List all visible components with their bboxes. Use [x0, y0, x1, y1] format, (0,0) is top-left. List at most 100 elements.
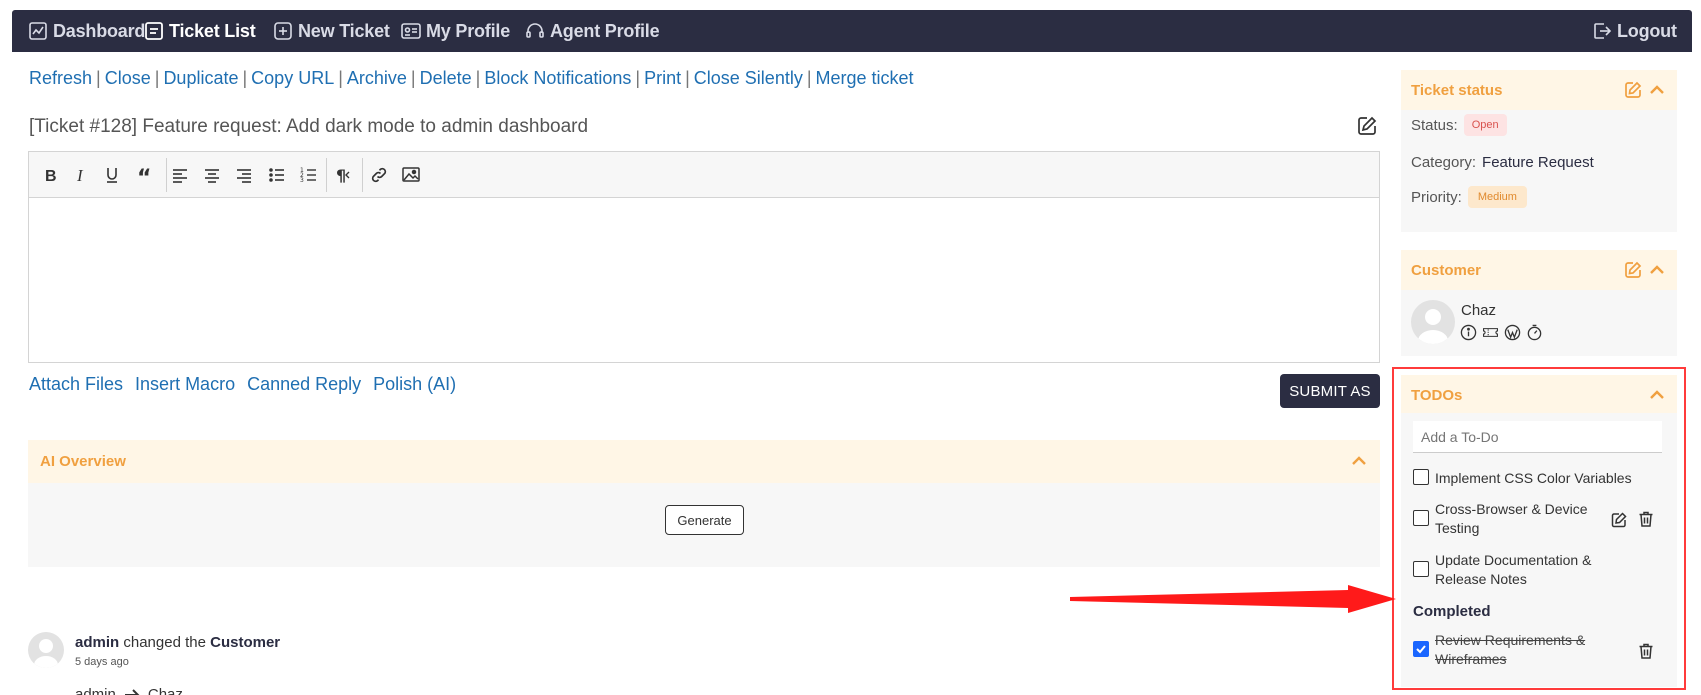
insert-macro-link[interactable]: Insert Macro — [135, 374, 235, 395]
link-icon[interactable] — [368, 164, 390, 186]
trash-icon[interactable] — [1637, 510, 1655, 528]
reply-tools: Attach Files Insert Macro Canned Reply P… — [29, 374, 456, 395]
nav-dashboard-label: Dashboard — [53, 20, 146, 41]
quote-icon[interactable]: “ — [134, 164, 156, 186]
italic-icon[interactable]: I — [70, 164, 92, 186]
delete-link[interactable]: Delete — [420, 68, 472, 89]
category-label: Category: — [1411, 154, 1477, 171]
info-icon[interactable] — [1460, 324, 1477, 341]
todo-checkbox[interactable] — [1413, 510, 1429, 526]
ai-overview-header[interactable]: AI Overview — [28, 440, 1380, 483]
bold-icon[interactable]: B — [39, 164, 61, 186]
todo-item: Cross-Browser & Device Testing — [1413, 500, 1607, 538]
align-right-icon[interactable] — [233, 164, 255, 186]
refresh-link[interactable]: Refresh — [29, 68, 92, 89]
nav-my-profile[interactable]: My Profile — [401, 10, 510, 52]
align-center-icon[interactable] — [201, 164, 223, 186]
edit-title-icon[interactable] — [1356, 115, 1378, 137]
editor-content-area[interactable] — [29, 198, 1379, 362]
todos-panel: TODOs Implement CSS Color Variables Cros… — [1401, 375, 1677, 687]
avatar — [1411, 300, 1455, 344]
nav-dashboard[interactable]: Dashboard — [28, 10, 145, 52]
numbered-list-icon[interactable]: 123 — [298, 164, 320, 186]
todo-text: Update Documentation & Release Notes — [1435, 552, 1592, 587]
customer-name[interactable]: Chaz — [1461, 302, 1496, 319]
nav-ticket-list[interactable]: Ticket List — [144, 10, 256, 52]
align-left-icon[interactable] — [169, 164, 191, 186]
nav-new-ticket[interactable]: New Ticket — [273, 10, 390, 52]
wordpress-icon[interactable] — [1504, 324, 1521, 341]
nav-agent-profile[interactable]: Agent Profile — [525, 10, 660, 52]
check-icon — [1416, 645, 1426, 654]
ticket-status-panel: Ticket status Status: Open Category: Fea… — [1401, 70, 1677, 232]
merge-ticket-link[interactable]: Merge ticket — [816, 68, 914, 89]
priority-badge[interactable]: Medium — [1467, 186, 1527, 208]
activity-from: admin — [75, 686, 116, 695]
generate-button[interactable]: Generate — [665, 505, 744, 535]
edit-icon[interactable] — [1623, 260, 1643, 280]
activity-time: 5 days ago — [75, 656, 129, 668]
close-silently-link[interactable]: Close Silently — [694, 68, 803, 89]
polish-ai-link[interactable]: Polish (AI) — [373, 374, 456, 395]
svg-text:“: “ — [137, 166, 151, 185]
chevron-up-icon[interactable] — [1647, 260, 1667, 280]
stopwatch-icon[interactable] — [1526, 324, 1543, 341]
archive-link[interactable]: Archive — [347, 68, 407, 89]
top-navbar: Dashboard Ticket List New Ticket My Prof… — [12, 10, 1692, 52]
ticket-status-body: Status: Open Category: Feature Request P… — [1401, 110, 1677, 232]
chart-icon — [29, 22, 47, 40]
logout-label: Logout — [1617, 20, 1677, 41]
completed-heading: Completed — [1413, 603, 1491, 620]
bullet-list-icon[interactable] — [266, 164, 288, 186]
todos-title: TODOs — [1411, 387, 1463, 404]
copy-url-link[interactable]: Copy URL — [251, 68, 334, 89]
todo-text: Implement CSS Color Variables — [1435, 470, 1632, 486]
status-badge[interactable]: Open — [1463, 114, 1507, 136]
ai-overview-panel: AI Overview Generate — [28, 440, 1380, 567]
add-todo-input[interactable] — [1413, 421, 1662, 453]
todo-item-completed: Review Requirements & Wireframes — [1413, 631, 1607, 669]
todo-checkbox[interactable] — [1413, 561, 1429, 577]
image-icon[interactable] — [400, 164, 422, 186]
customer-header: Customer — [1401, 250, 1677, 290]
chevron-up-icon[interactable] — [1348, 450, 1370, 472]
activity-field: Customer — [210, 634, 281, 651]
category-row: Category: Feature Request — [1411, 154, 1594, 171]
todo-text: Review Requirements & Wireframes — [1435, 632, 1586, 667]
list-icon — [145, 22, 163, 40]
nav-my-profile-label: My Profile — [426, 20, 511, 41]
ticket-status-title: Ticket status — [1411, 82, 1503, 99]
submit-as-button[interactable]: SUBMIT AS — [1280, 374, 1380, 408]
todo-item: Implement CSS Color Variables — [1413, 469, 1665, 488]
underline-icon[interactable] — [101, 164, 123, 186]
todo-text: Cross-Browser & Device Testing — [1435, 501, 1588, 536]
todo-checkbox[interactable] — [1413, 641, 1429, 657]
priority-label: Priority: — [1411, 188, 1462, 206]
activity-action: changed the — [123, 634, 206, 651]
chevron-up-icon[interactable] — [1647, 80, 1667, 100]
print-link[interactable]: Print — [644, 68, 681, 89]
duplicate-link[interactable]: Duplicate — [163, 68, 238, 89]
ticket-icon[interactable] — [1482, 324, 1499, 341]
activity-change: admin Chaz — [75, 686, 183, 695]
customer-body: Chaz — [1401, 290, 1677, 356]
edit-icon[interactable] — [1623, 80, 1643, 100]
reply-editor: B I “ 123 ¶ — [28, 151, 1380, 363]
ticket-status-header: Ticket status — [1401, 70, 1677, 110]
pilcrow-icon[interactable]: ¶ — [333, 164, 355, 186]
block-notifications-link[interactable]: Block Notifications — [484, 68, 631, 89]
nav-new-ticket-label: New Ticket — [298, 20, 390, 41]
edit-icon[interactable] — [1610, 511, 1628, 529]
logout-link[interactable]: Logout — [1592, 10, 1677, 52]
status-label: Status: — [1411, 116, 1458, 134]
category-value[interactable]: Feature Request — [1482, 154, 1594, 171]
annotation-arrow — [1070, 585, 1396, 613]
todo-checkbox[interactable] — [1413, 469, 1429, 485]
chevron-up-icon[interactable] — [1647, 385, 1667, 405]
ticket-title: [Ticket #128] Feature request: Add dark … — [29, 116, 589, 137]
trash-icon[interactable] — [1637, 642, 1655, 660]
close-link[interactable]: Close — [105, 68, 151, 89]
canned-reply-link[interactable]: Canned Reply — [247, 374, 361, 395]
attach-files-link[interactable]: Attach Files — [29, 374, 123, 395]
svg-text:B: B — [45, 168, 57, 185]
